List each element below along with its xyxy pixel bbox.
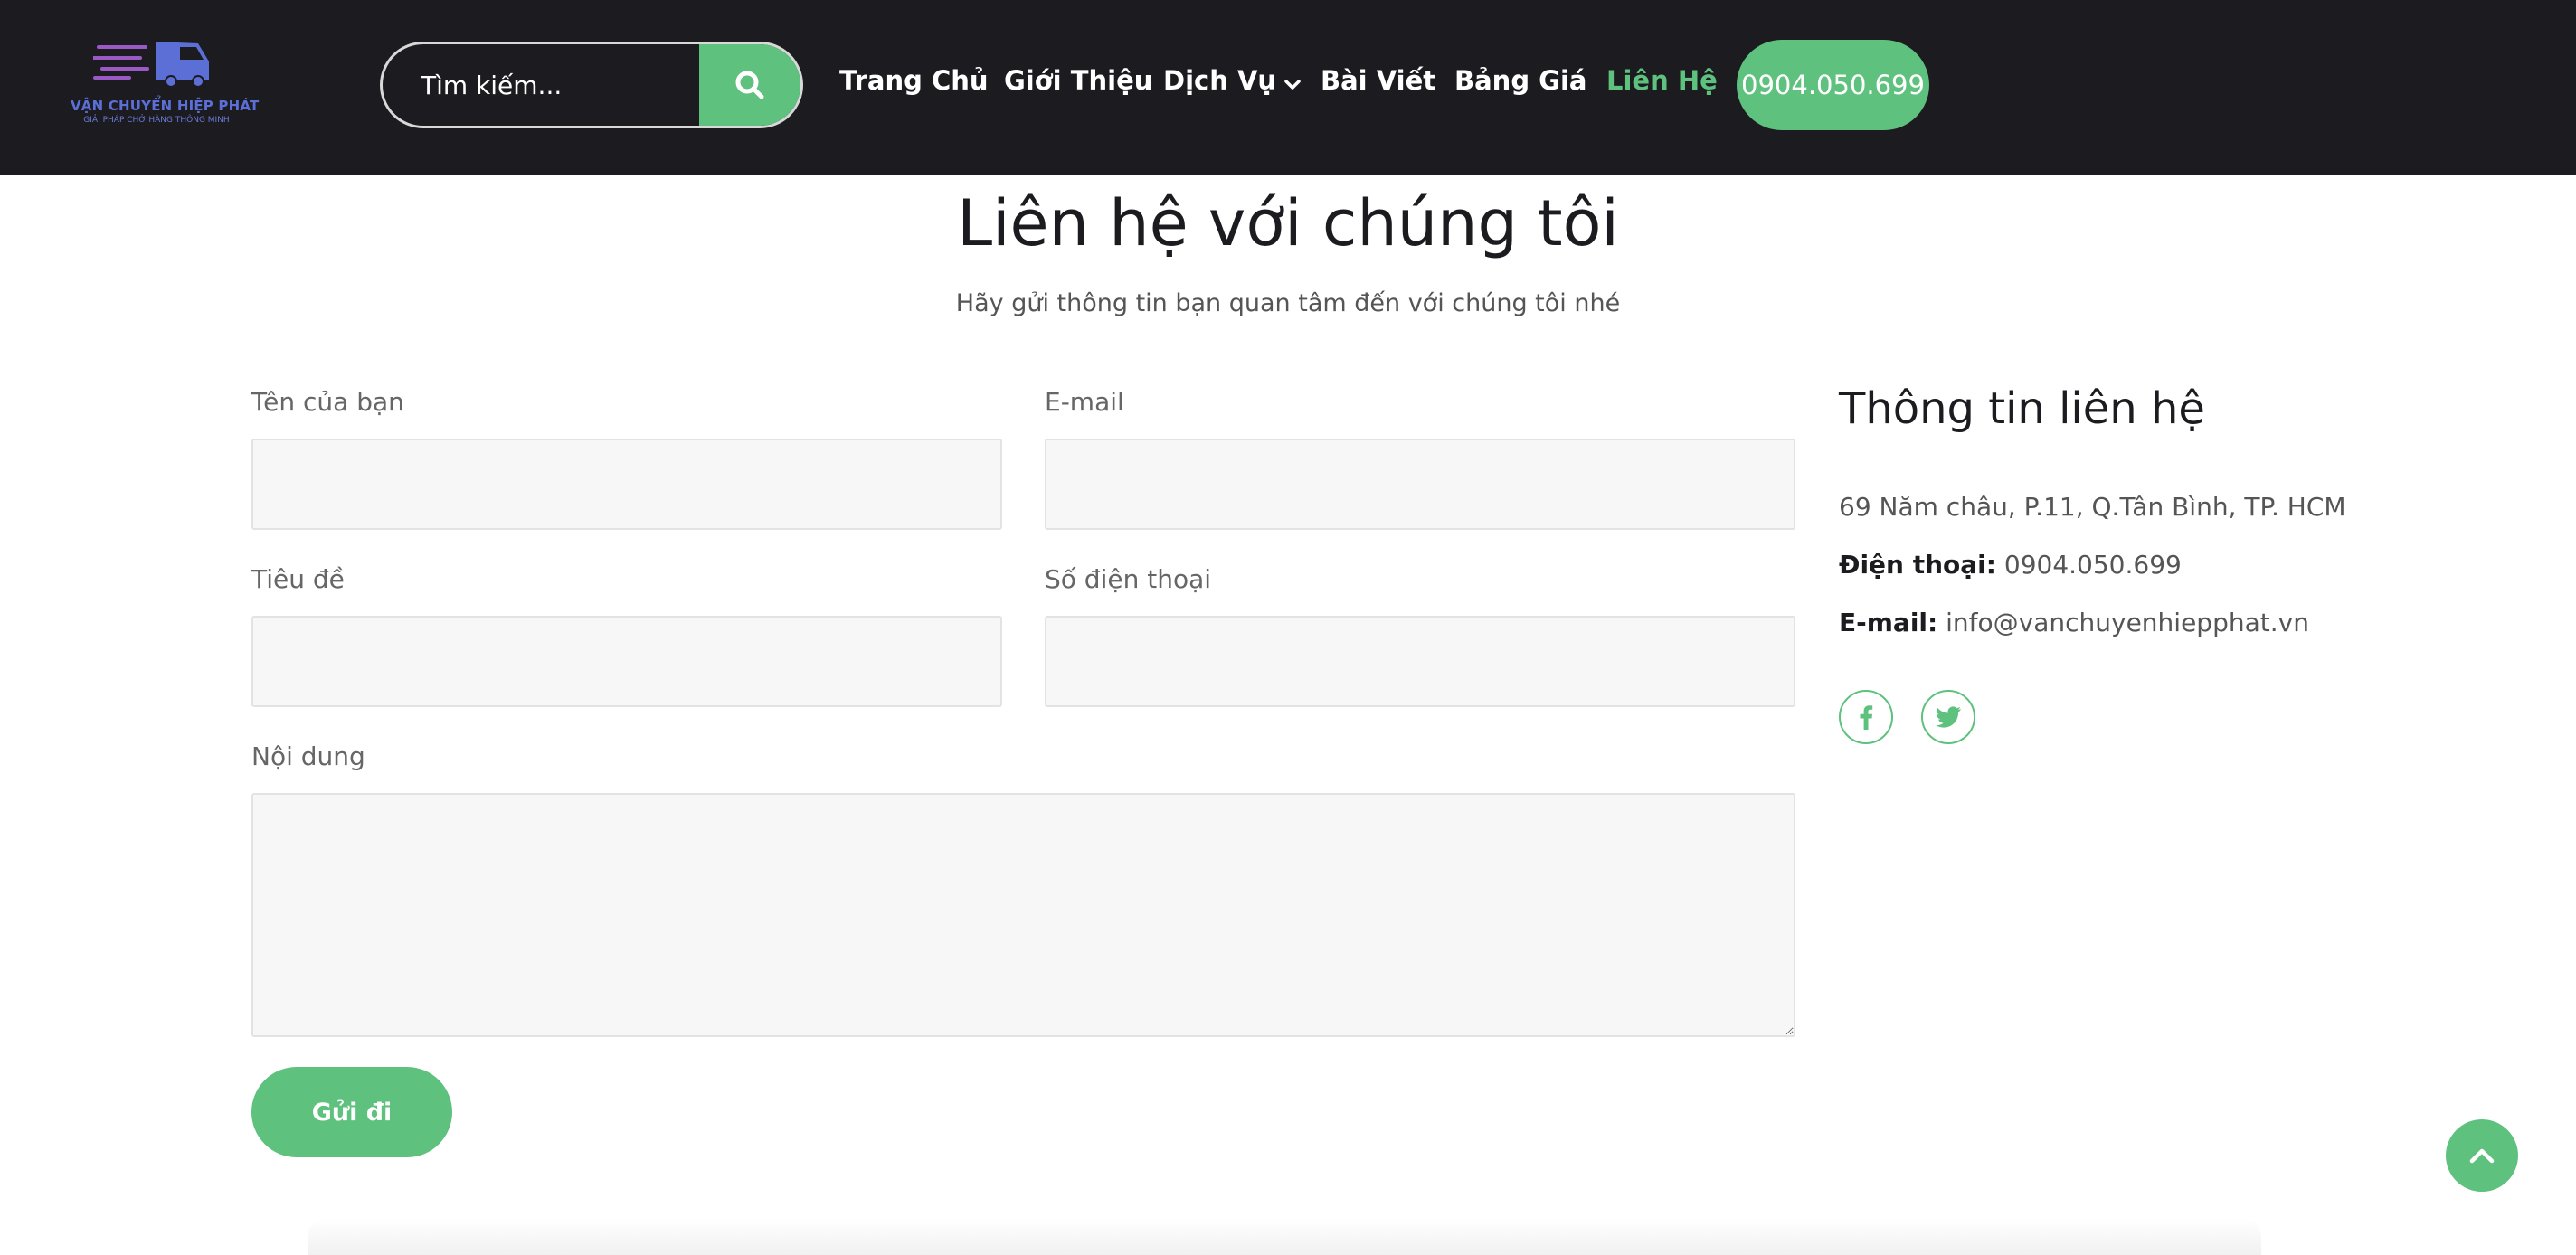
contact-phone-label: Điện thoại: [1839,550,1996,580]
logo-subtitle: GIẢI PHÁP CHỞ HÀNG THÔNG MINH [83,116,230,125]
twitter-button[interactable] [1921,690,1975,744]
contact-phone: Điện thoại: 0904.050.699 [1839,550,2182,580]
facebook-icon [1860,705,1873,730]
email-label: E-mail [1045,387,1124,417]
nav-item-bang-gia[interactable]: Bảng Giá [1454,65,1587,96]
name-label: Tên của bạn [251,387,404,417]
nav-item-bai-viet[interactable]: Bài Viết [1321,65,1435,96]
contact-email-value[interactable]: info@vanchuyenhiepphat.vn [1946,608,2309,637]
message-label: Nội dung [251,741,365,771]
facebook-button[interactable] [1839,690,1893,744]
email-field[interactable] [1045,439,1795,530]
nav-item-trang-chu[interactable]: Trang Chủ [839,65,989,96]
search-button[interactable] [699,44,800,126]
subject-label: Tiêu đề [251,564,345,594]
contact-email: E-mail: info@vanchuyenhiepphat.vn [1839,608,2309,637]
search-input[interactable] [383,44,701,126]
page-subtitle: Hãy gửi thông tin bạn quan tâm đến với c… [955,289,1621,317]
subject-field[interactable] [251,616,1002,707]
contact-title: Thông tin liên hệ [1839,383,2205,434]
search-box [380,42,803,128]
contact-email-label: E-mail: [1839,608,1938,637]
page-title: Liên hệ với chúng tôi [957,186,1619,260]
nav-item-dich-vu-label: Dịch Vụ [1163,65,1277,96]
footer-edge [308,1219,2261,1255]
logo-title: VẬN CHUYỂN HIỆP PHÁT [71,98,260,114]
chevron-up-icon [2469,1148,2495,1164]
scroll-top-button[interactable] [2446,1119,2518,1192]
phone-label: Số điện thoại [1045,564,1212,594]
nav-item-lien-he[interactable]: Liên Hệ [1606,65,1718,96]
site-header: VẬN CHUYỂN HIỆP PHÁT GIẢI PHÁP CHỞ HÀNG … [0,0,2576,175]
truck-icon [93,42,209,87]
name-field[interactable] [251,439,1002,530]
phone-button[interactable]: 0904.050.699 [1737,40,1929,130]
phone-field[interactable] [1045,616,1795,707]
logo[interactable]: VẬN CHUYỂN HIỆP PHÁT GIẢI PHÁP CHỞ HÀNG … [71,38,260,136]
contact-phone-value[interactable]: 0904.050.699 [2004,550,2182,580]
submit-button[interactable]: Gửi đi [251,1067,452,1157]
twitter-icon [1936,706,1961,728]
nav-item-gioi-thieu[interactable]: Giới Thiệu [1004,65,1152,96]
contact-address: 69 Năm châu, P.11, Q.Tân Bình, TP. HCM [1839,492,2346,522]
message-field[interactable] [251,793,1795,1037]
chevron-down-icon [1283,67,1302,98]
search-icon [735,71,764,99]
nav-item-dich-vu[interactable]: Dịch Vụ [1163,65,1302,98]
